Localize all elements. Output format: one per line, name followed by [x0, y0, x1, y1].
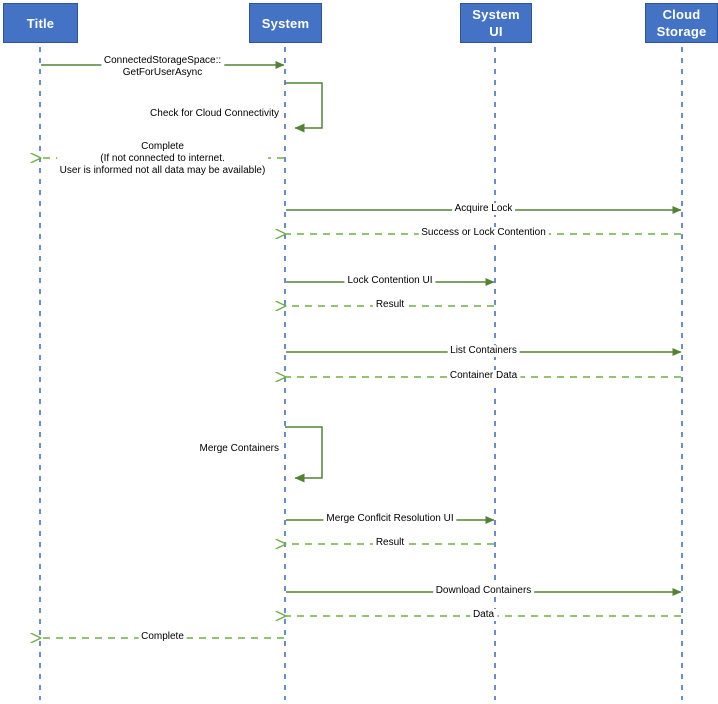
message-label-m8: List Containers	[447, 345, 520, 357]
participant-label: System UI	[472, 7, 520, 39]
message-label-m2: Check for Cloud Connectivity	[148, 108, 281, 120]
message-arrow-m2	[285, 82, 323, 133]
message-label-m10: Merge Containers	[197, 443, 281, 455]
message-label-m6: Lock Contention UI	[344, 275, 436, 287]
participant-label: Cloud Storage	[656, 7, 707, 39]
participant-label: System	[261, 15, 310, 31]
participant-label: Title	[26, 15, 55, 31]
participant-box-system: System	[249, 3, 322, 43]
participant-box-ui: System UI	[460, 3, 532, 43]
message-label-m15: Complete	[138, 631, 187, 643]
message-arrow-m10	[285, 426, 323, 483]
message-label-m12: Result	[372, 537, 408, 549]
message-label-m14: Data	[469, 609, 498, 621]
participant-box-cloud: Cloud Storage	[645, 3, 718, 43]
message-label-m13: Download Containers	[432, 585, 535, 597]
participant-box-title: Title	[3, 3, 78, 43]
message-label-m7: Result	[372, 299, 408, 311]
message-label-m9: Container Data	[446, 370, 521, 382]
message-label-m4: Acquire Lock	[451, 203, 516, 215]
message-label-m1: ConnectedStorageSpace:: GetForUserAsync	[100, 55, 225, 79]
message-label-m5: Success or Lock Contention	[418, 227, 549, 239]
message-label-m3: Complete (If not connected to internet. …	[56, 141, 269, 177]
diagram-canvas	[0, 47, 683, 700]
sequence-diagram: Title System System UI Cloud Storage Connec…	[0, 0, 718, 704]
message-label-m11: Merge Conflcit Resolution UI	[323, 513, 457, 525]
